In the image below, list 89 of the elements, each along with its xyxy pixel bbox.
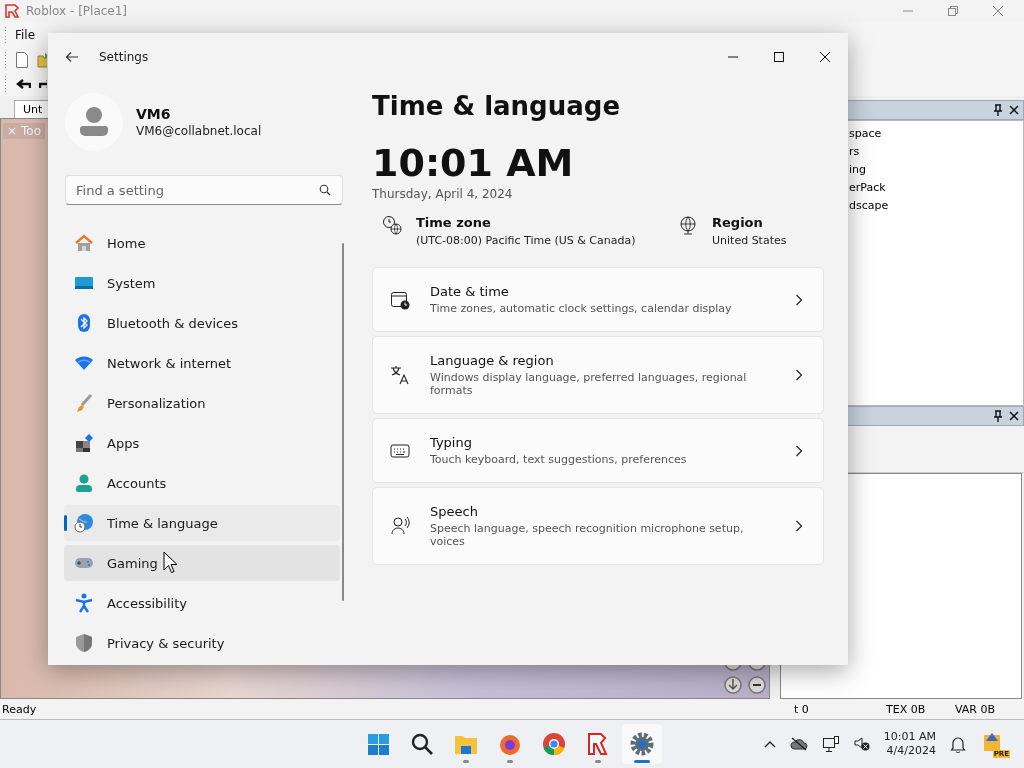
window-title: Settings [99,50,149,64]
bell-icon[interactable] [950,735,966,753]
settings-card[interactable]: Typing Touch keyboard, text suggestions, preferences [372,418,824,483]
language-icon [390,365,410,385]
settings-card[interactable]: Language & region Windows display language, preferred languages, regional formats [372,336,824,414]
calendar-clock-icon [390,289,410,310]
card-description: Time zones, automatic clock settings, calendar display [430,302,733,315]
tree-item[interactable]: ing [847,161,1023,179]
nav-item[interactable]: Accessibility [64,585,340,621]
close-icon[interactable] [819,51,831,63]
card-description: Windows display language, preferred languages, regional formats [430,371,748,397]
info-value: (UTC-08:00) Pacific Time (US & Canada) [416,234,636,247]
person-icon [74,473,94,493]
nav-item[interactable]: Accounts [64,465,340,501]
tree-item[interactable]: dscape [847,197,1023,215]
shield-icon [74,633,94,653]
chevron-right-icon [795,293,803,306]
grip-icon [4,75,7,93]
user-email: VM6@collabnet.local [136,124,262,138]
grip-icon [4,51,7,69]
network-icon[interactable] [821,735,840,753]
globe-clock-icon [74,513,94,533]
new-document-icon[interactable] [15,52,29,68]
search-field[interactable]: Find a setting [65,175,343,205]
status-text: TEX 0B [886,702,926,716]
chrome-icon [541,731,567,757]
paintbrush-icon [74,393,94,413]
search-icon [409,731,435,757]
roblox-logo-icon [4,3,20,19]
grip-icon [4,26,7,44]
user-name: VM6 [136,106,172,122]
back-arrow-icon[interactable] [65,51,79,63]
settings-card[interactable]: Speech Speech language, speech recognition microphone setup, voices [372,487,824,565]
card-title: Speech [430,504,479,519]
nav-item[interactable]: Bluetooth & devices [64,305,340,341]
speech-icon [390,516,410,536]
accessibility-icon [74,593,94,613]
chevron-right-icon [795,520,803,532]
tree-item[interactable]: space [847,125,1023,143]
mouse-pointer-icon [163,551,179,575]
nav-item[interactable]: System [64,265,340,301]
nav-item[interactable]: Apps [64,425,340,461]
card-title: Typing [430,435,473,450]
card-title: Date & time [430,284,510,299]
close-icon[interactable] [1009,411,1019,421]
menu-item[interactable]: File [15,28,36,42]
scrollbar[interactable] [342,243,344,601]
clock-text: 10:01 AM [372,141,575,185]
globe-icon [678,215,698,235]
settings-card[interactable]: Date & time Time zones, automatic clock settings, calendar display [372,267,824,332]
maximize-icon[interactable] [773,51,785,63]
speaker-muted-icon[interactable] [853,736,870,752]
info-label: Time zone [416,215,492,230]
nav-item[interactable]: Gaming [64,545,340,581]
tree-item[interactable]: erPack [847,179,1023,197]
window-title: Roblox - [Place1] [26,4,128,18]
card-description: Touch keyboard, text suggestions, preferences [430,453,688,466]
status-text: t 0 [794,702,809,716]
nav-item[interactable]: Home [64,225,340,261]
gear-icon [629,731,655,757]
chevron-up-icon[interactable] [763,740,776,748]
nav-item[interactable]: Time & language [64,505,340,541]
page-title: Time & language [372,91,622,123]
date-text: Thursday, April 4, 2024 [372,187,514,201]
card-description: Speech language, speech recognition microphone setup, voices [430,522,745,548]
pin-icon[interactable] [993,410,1003,422]
apps-icon [74,433,94,453]
nav-item[interactable]: Privacy & security [64,625,340,661]
nav-item[interactable]: Network & internet [64,345,340,381]
clock-button[interactable]: 10:01 AM 4/4/2024 [883,730,936,758]
status-text: VAR 0B [955,702,996,716]
close-icon[interactable] [1009,105,1019,115]
start-icon [365,731,391,757]
status-text: Ready [2,702,37,716]
card-title: Language & region [430,353,555,368]
info-label: Region [712,215,764,230]
pin-icon[interactable] [993,104,1003,116]
chevron-right-icon [795,369,803,381]
nav-item[interactable]: Personalization [64,385,340,421]
clock-globe-icon [382,215,402,235]
tree-item[interactable]: rs [847,143,1023,161]
cloud-off-icon[interactable] [789,737,808,751]
chevron-right-icon [795,444,803,457]
undo-icon[interactable] [15,78,31,90]
info-value: United States [712,234,787,247]
home-icon [74,233,94,253]
open-folder-icon[interactable] [37,52,47,68]
avatar-icon [65,93,123,151]
search-icon [319,184,331,196]
